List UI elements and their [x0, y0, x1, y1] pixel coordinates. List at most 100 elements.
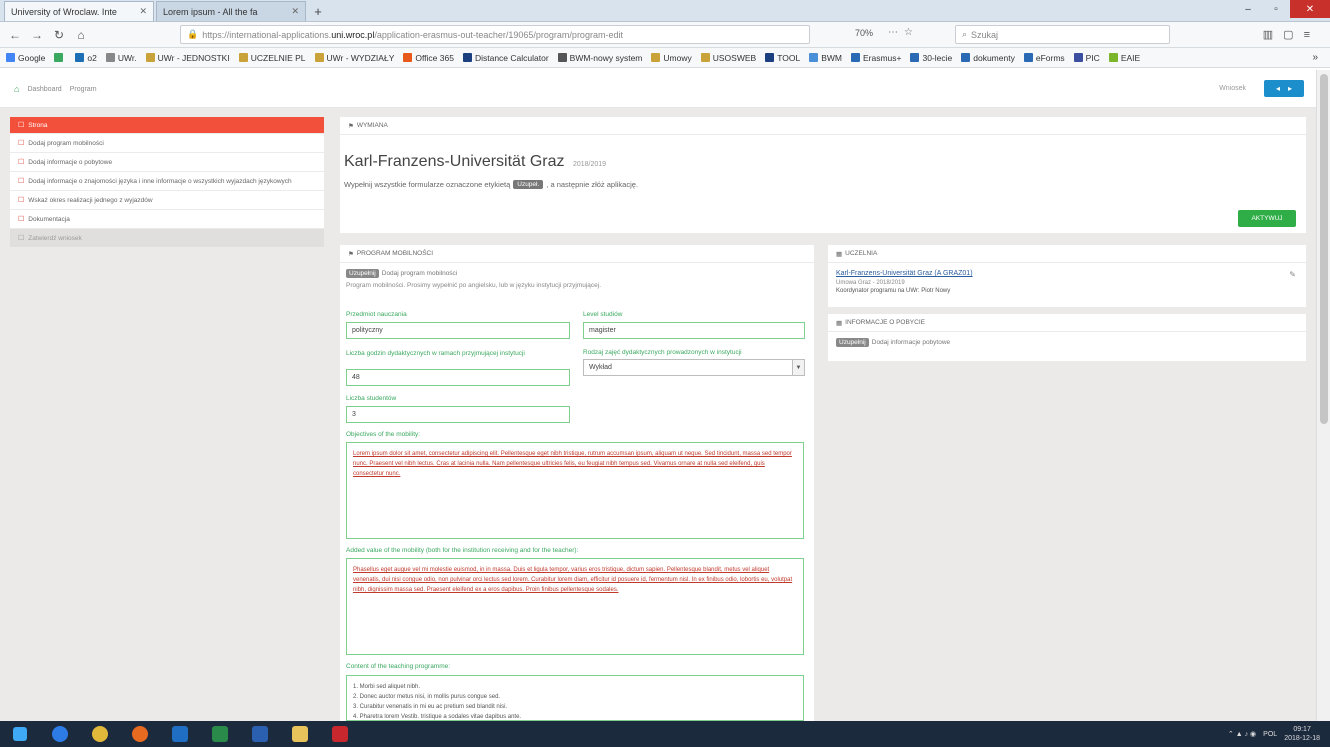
taskbar-chrome[interactable] — [80, 721, 120, 747]
close-icon[interactable]: ✕ — [291, 6, 299, 17]
bookmark-item[interactable]: 30-lecie — [910, 53, 952, 63]
checkbox-icon: ☐ — [18, 197, 25, 204]
card-caption-text: Uczelnia — [845, 250, 878, 257]
breadcrumb-item[interactable]: Dashboard — [27, 86, 61, 93]
sidebar-item-label: Wskaż okres realizacji jednego z wyjazdó… — [28, 196, 153, 204]
sidebar-item-period[interactable]: ☐ Wskaż okres realizacji jednego z wyjaz… — [10, 191, 324, 210]
activate-button[interactable]: AKTYWUJ — [1238, 210, 1296, 227]
language-indicator[interactable]: POL — [1263, 731, 1277, 738]
bookmark-item[interactable]: TOOL — [765, 53, 800, 63]
status-badge: Uzupeł. — [513, 180, 544, 189]
taskbar-edge[interactable] — [40, 721, 80, 747]
window-close-button[interactable]: ✕ — [1290, 0, 1330, 18]
sidebar-item-start[interactable]: ☐ Strona — [10, 117, 324, 134]
status-badge: Uzupełnij — [346, 269, 379, 278]
tray-icons[interactable]: ⌃ ▲ ♪ ◉ — [1228, 730, 1256, 738]
bookmark-item[interactable]: Google — [6, 53, 45, 63]
browser-menu-icons[interactable]: ▥▢≡ — [1263, 28, 1320, 41]
chevron-down-icon[interactable]: ▼ — [792, 360, 804, 375]
scrollbar-thumb[interactable] — [1320, 74, 1328, 424]
hours-input[interactable]: 48 — [346, 369, 570, 386]
new-tab-button[interactable]: + — [308, 1, 328, 21]
bookmark-item[interactable]: Erasmus+ — [850, 53, 901, 63]
bookmark-item[interactable]: o2 — [75, 53, 97, 63]
search-icon: ⌕ — [962, 29, 968, 39]
flag-icon: ⚑ — [348, 122, 354, 130]
tab-label: University of Wroclaw. Inte — [11, 6, 117, 17]
language-toggle[interactable]: ◂ ▸ — [1264, 80, 1304, 97]
type-select[interactable]: Wykład ▼ — [583, 359, 805, 376]
taskbar-outlook[interactable] — [160, 721, 200, 747]
bookmark-item[interactable]: BWM-nowy system — [557, 53, 642, 63]
objectives-textarea[interactable]: Lorem ipsum dolor sit amet, consectetur … — [346, 442, 804, 539]
home-icon[interactable]: ⌂ — [14, 84, 19, 94]
partner-link[interactable]: Karl-Franzens-Universität Graz (A GRAZ01… — [836, 270, 973, 277]
url-bar[interactable]: 🔒 https://international-applications. un… — [180, 25, 810, 44]
bookmark-item[interactable]: EAIE — [1108, 53, 1140, 63]
bookmark-item[interactable]: UWr - JEDNOSTKI — [145, 53, 230, 63]
taskbar-acrobat[interactable] — [320, 721, 360, 747]
bookmarks-bar: Google o2 UWr. UWr - JEDNOSTKI UCZELNIE PL UW… — [0, 48, 1330, 68]
start-button[interactable] — [0, 721, 40, 747]
search-input[interactable]: ⌕ Szukaj — [955, 25, 1170, 44]
page-actions-icons[interactable]: ⋯☆ — [888, 27, 919, 38]
sidebar-item-label: Dodaj informacje o pobytowe — [28, 158, 113, 166]
bookmark-item[interactable]: dokumenty — [961, 53, 1015, 63]
subject-input[interactable]: polityczny — [346, 322, 570, 339]
bookmark-item[interactable]: BWM — [809, 53, 842, 63]
edit-icon[interactable]: ✎ — [1289, 270, 1296, 279]
toggle-right-icon[interactable]: ▸ — [1288, 84, 1292, 93]
bookmark-item[interactable] — [54, 53, 66, 62]
stay-info-text[interactable]: Dodaj informacje pobytowe — [872, 339, 950, 346]
bookmark-icon — [765, 53, 775, 62]
home-icon[interactable]: ⌂ — [72, 26, 90, 44]
bookmarks-overflow-icon[interactable]: » — [1312, 52, 1318, 63]
sidebar-item-label: Dodaj informacje o znajomości języka i i… — [28, 177, 292, 185]
minimize-button[interactable]: – — [1234, 0, 1262, 18]
taskbar-excel[interactable] — [200, 721, 240, 747]
browser-tab-2[interactable]: Lorem ipsum - All the fa ✕ — [156, 1, 306, 21]
list-item: 2. Donec auctor metus nisi, in mollis pu… — [353, 694, 501, 700]
added-value-textarea[interactable]: Phasellus eget augue vel mi molestie eui… — [346, 558, 804, 655]
close-icon[interactable]: ✕ — [139, 6, 147, 17]
reload-icon[interactable]: ↻ — [50, 26, 68, 44]
level-input[interactable]: magister — [583, 322, 805, 339]
toggle-left-icon[interactable]: ◂ — [1276, 84, 1280, 93]
bookmark-item[interactable]: Distance Calculator — [462, 53, 549, 63]
bookmark-icon — [700, 53, 710, 62]
taskbar-explorer[interactable] — [280, 721, 320, 747]
type-select-value: Wykład — [589, 364, 612, 371]
taskbar-word[interactable] — [240, 721, 280, 747]
zoom-level[interactable]: 70% — [855, 28, 873, 38]
bookmark-item[interactable]: UWr - WYDZIAŁY — [314, 53, 394, 63]
clock-time: 09:17 — [1293, 726, 1311, 733]
sidebar-item-mobility-program[interactable]: ☐ Dodaj program mobilności — [10, 134, 324, 153]
browser-tab-1[interactable]: University of Wroclaw. Inte ✕ — [4, 1, 154, 21]
content-textarea[interactable]: 1. Morbi sed aliquet nibh. 2. Donec auct… — [346, 675, 804, 721]
bookmark-item[interactable]: eForms — [1023, 53, 1065, 63]
back-icon[interactable]: ← — [6, 26, 24, 44]
bookmark-item[interactable]: PIC — [1073, 53, 1100, 63]
sidebar-item-submit[interactable]: ☐ Zatwierdź wniosek — [10, 229, 324, 248]
clock[interactable]: 09:17 2018-12-18 — [1284, 725, 1320, 743]
page-scrollbar[interactable] — [1316, 70, 1330, 721]
bookmark-icon — [1023, 53, 1033, 62]
user-label[interactable]: Wniosek — [1219, 85, 1246, 92]
students-input[interactable]: 3 — [346, 406, 570, 423]
objectives-label: Objectives of the mobility: — [346, 431, 421, 438]
maximize-button[interactable]: ▫ — [1262, 0, 1290, 18]
sidebar-item-documents[interactable]: ☐ Dokumentacja — [10, 210, 324, 229]
windows-icon — [13, 727, 27, 741]
bookmark-item[interactable]: UWr. — [105, 53, 137, 63]
sidebar-item-language[interactable]: ☐ Dodaj informacje o znajomości języka i… — [10, 172, 324, 191]
bookmark-item[interactable]: USOSWEB — [700, 53, 756, 63]
bookmark-item[interactable]: Office 365 — [403, 53, 454, 63]
clock-date: 2018-12-18 — [1284, 735, 1320, 742]
forward-icon[interactable]: → — [28, 26, 46, 44]
bookmark-item[interactable]: UCZELNIE PL — [238, 53, 306, 63]
breadcrumb-item[interactable]: Program — [70, 86, 97, 93]
application-steps-sidebar: ☐ Strona ☐ Dodaj program mobilności ☐ Do… — [10, 117, 324, 248]
taskbar-firefox[interactable] — [120, 721, 160, 747]
sidebar-item-stay-info[interactable]: ☐ Dodaj informacje o pobytowe — [10, 153, 324, 172]
bookmark-item[interactable]: Umowy — [651, 53, 692, 63]
